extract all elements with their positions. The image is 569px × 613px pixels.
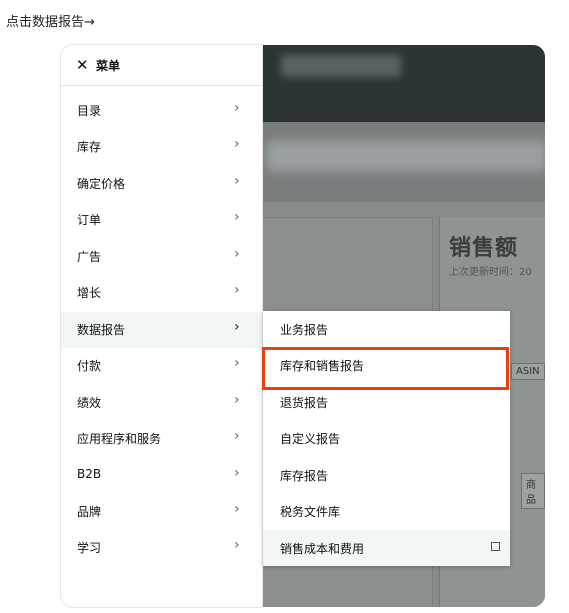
sales-card-title: 销售额 — [449, 236, 519, 261]
menu-item-label: 付款 — [77, 359, 102, 373]
menu-item-pricing[interactable]: 确定价格 › — [61, 166, 262, 202]
menu-item-b2b[interactable]: B2B › — [61, 458, 262, 494]
chevron-right-icon: › — [234, 355, 240, 371]
submenu-item-label: 业务报告 — [280, 323, 329, 337]
chevron-right-icon: › — [234, 392, 240, 408]
submenu-item-label: 退货报告 — [280, 396, 329, 410]
highlight-box — [262, 347, 509, 390]
menu-item-label: 增长 — [77, 286, 102, 300]
menu-item-label: 确定价格 — [77, 177, 126, 191]
menu-item-label: 绩效 — [77, 396, 102, 410]
menu-item-label: 库存 — [77, 140, 102, 154]
chevron-right-icon: › — [234, 100, 240, 116]
asin-chip: ASIN — [511, 363, 545, 380]
menu-item-learn[interactable]: 学习 › — [61, 530, 262, 566]
close-icon[interactable]: ✕ — [76, 56, 89, 74]
submenu-item-label: 库存报告 — [280, 469, 329, 483]
menu-item-orders[interactable]: 订单 › — [61, 202, 262, 238]
menu-item-advertising[interactable]: 广告 › — [61, 239, 262, 275]
menu-item-growth[interactable]: 增长 › — [61, 275, 262, 311]
product-chip: 商品 — [521, 473, 545, 509]
chevron-right-icon: › — [234, 501, 240, 517]
submenu-item-inventory-reports[interactable]: 库存报告 — [263, 457, 510, 493]
chevron-right-icon: › — [234, 319, 240, 335]
sales-card-subtitle: 上次更新时间：20 — [449, 267, 532, 278]
chevron-right-icon: › — [234, 465, 240, 481]
chevron-right-icon: › — [234, 282, 240, 298]
menu-item-inventory[interactable]: 库存 › — [61, 129, 262, 165]
chevron-right-icon: › — [234, 428, 240, 444]
menu-item-label: B2B — [77, 467, 102, 481]
menu-item-label: 品牌 — [77, 505, 102, 519]
submenu-item-custom-reports[interactable]: 自定义报告 — [263, 420, 510, 456]
menu-item-label: 广告 — [77, 250, 102, 264]
menu-item-catalog[interactable]: 目录 › — [61, 93, 262, 129]
menu-item-label: 应用程序和服务 — [77, 432, 162, 446]
external-link-icon — [491, 542, 500, 551]
chevron-right-icon: › — [234, 246, 240, 262]
menu-item-performance[interactable]: 绩效 › — [61, 385, 262, 421]
menu-item-brands[interactable]: 品牌 › — [61, 494, 262, 530]
navigation-menu: ✕ 菜单 目录 › 库存 › 确定价格 › 订单 › 广告 › 增长 › 数据报… — [61, 45, 262, 607]
menu-header: ✕ 菜单 — [61, 45, 262, 86]
chevron-right-icon: › — [234, 209, 240, 225]
submenu-item-business-reports[interactable]: 业务报告 — [263, 311, 510, 347]
submenu-item-cost-of-sales[interactable]: 销售成本和费用 — [263, 530, 510, 566]
menu-item-data-reports[interactable]: 数据报告 › — [61, 312, 262, 348]
chevron-right-icon: › — [234, 537, 240, 553]
menu-item-label: 目录 — [77, 104, 102, 118]
submenu-item-label: 税务文件库 — [280, 505, 341, 519]
menu-title: 菜单 — [96, 59, 121, 73]
chevron-right-icon: › — [234, 173, 240, 189]
instruction-text: 点击数据报告→ — [6, 15, 95, 30]
chevron-right-icon: › — [234, 136, 240, 152]
menu-item-label: 订单 — [77, 213, 102, 227]
submenu-item-tax-document-library[interactable]: 税务文件库 — [263, 493, 510, 529]
menu-item-label: 学习 — [77, 541, 102, 555]
menu-item-label: 数据报告 — [77, 323, 126, 337]
blurred-page-title — [266, 141, 545, 171]
menu-item-apps-services[interactable]: 应用程序和服务 › — [61, 421, 262, 457]
submenu-item-label: 销售成本和费用 — [280, 542, 365, 556]
blurred-store-name — [281, 55, 401, 77]
submenu-item-label: 自定义报告 — [280, 432, 341, 446]
menu-item-payments[interactable]: 付款 › — [61, 348, 262, 384]
